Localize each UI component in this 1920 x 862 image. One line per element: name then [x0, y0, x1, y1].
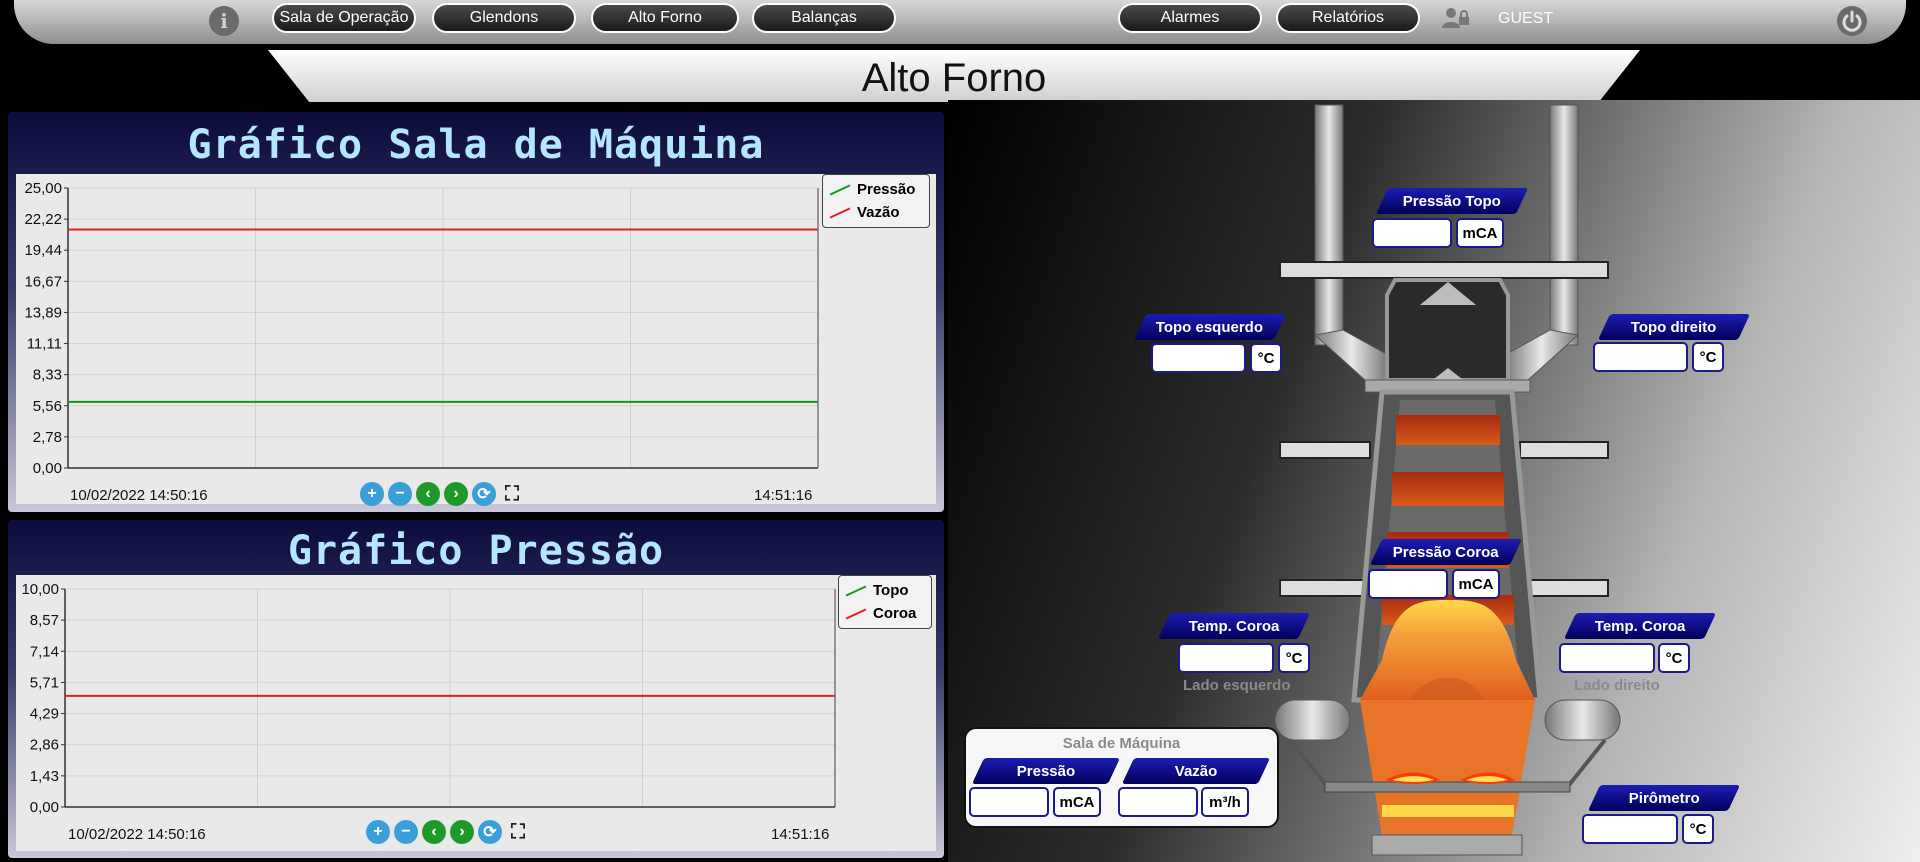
chart-panel-pressao: Gráfico Pressão 10,00 8,57 7,14 5,71 4,29 2,8… — [8, 520, 944, 858]
temp-coroa-esquerdo-label: Temp. Coroa — [1157, 613, 1311, 639]
y-tick-label: 25,00 — [24, 180, 62, 197]
chart-toolbar: + − ‹ › ⟳ ⛶ — [366, 820, 530, 844]
y-tick-label: 7,14 — [30, 643, 59, 660]
y-tick-label: 19,44 — [24, 242, 62, 259]
arrow-left-icon[interactable]: ‹ — [422, 820, 446, 844]
temp-coroa-direito-value-field[interactable] — [1559, 643, 1655, 673]
pressao-coroa-label: Pressão Coroa — [1369, 539, 1523, 565]
legend-item-vazao: Vazão — [829, 201, 923, 224]
blast-furnace-illustration — [1274, 104, 1621, 856]
arrow-right-icon[interactable]: › — [450, 820, 474, 844]
topo-esquerdo-value-field[interactable] — [1151, 343, 1246, 373]
pirometro-unit: °C — [1682, 814, 1714, 844]
pressao-topo-label: Pressão Topo — [1375, 188, 1529, 214]
legend-label: Topo — [873, 582, 909, 599]
arrow-left-icon[interactable]: ‹ — [416, 482, 440, 506]
chart-start-time: 10/02/2022 14:50:16 — [70, 487, 208, 504]
y-tick-label: 13,89 — [24, 304, 62, 321]
sala-vazao-unit: m³/h — [1201, 787, 1249, 817]
chart-panel-sala-maquina: Gráfico Sala de Máquina 25,00 22,22 19,44 1… — [8, 112, 944, 512]
sala-vazao-value-field[interactable] — [1118, 787, 1198, 817]
y-tick-label: 10,00 — [21, 581, 59, 598]
y-tick-label: 4,29 — [30, 706, 59, 723]
sala-pressao-label: Pressão — [971, 758, 1121, 784]
title-bar: Alto Forno — [268, 50, 1640, 102]
y-tick-label: 0,00 — [30, 799, 59, 816]
zoom-in-icon[interactable]: + — [360, 482, 384, 506]
y-tick-label: 5,56 — [33, 398, 62, 415]
sala-pressao-unit: mCA — [1053, 787, 1101, 817]
users-icon — [1442, 8, 1469, 28]
y-tick-label: 8,33 — [33, 367, 62, 384]
line-chart: 25,00 22,22 19,44 16,67 13,89 11,11 8,33 5,56 2,… — [24, 180, 819, 477]
topo-direito-label: Topo direito — [1597, 314, 1751, 340]
nav-alto-forno-button[interactable]: Alto Forno — [591, 3, 739, 33]
page-title: Alto Forno — [861, 56, 1047, 100]
topo-esquerdo-unit: °C — [1250, 343, 1282, 373]
y-tick-label: 11,11 — [27, 336, 62, 353]
chart-legend: Pressão Vazão — [822, 174, 930, 228]
lado-esquerdo-label: Lado esquerdo — [1183, 677, 1291, 694]
y-tick-label: 8,57 — [30, 612, 59, 629]
nav-sala-operacao-button[interactable]: Sala de Operação — [272, 3, 416, 33]
legend-label: Pressão — [857, 181, 916, 198]
fullscreen-icon[interactable]: ⛶ — [500, 482, 524, 506]
temp-coroa-esquerdo-value-field[interactable] — [1178, 643, 1274, 673]
topo-direito-unit: °C — [1692, 342, 1724, 372]
legend-item-pressao: Pressão — [829, 178, 923, 201]
chart-end-time: 14:51:16 — [771, 826, 830, 843]
y-tick-label: 22,22 — [24, 211, 62, 228]
lado-direito-label: Lado direito — [1574, 677, 1660, 694]
chart-end-time: 14:51:16 — [754, 487, 813, 504]
y-tick-label: 16,67 — [24, 273, 62, 290]
pressao-topo-unit: mCA — [1456, 218, 1504, 248]
top-nav-bar: i Sala de Operação Glendons Alto Forno B… — [14, 0, 1906, 44]
info-icon[interactable]: i — [209, 6, 239, 36]
topo-direito-value-field[interactable] — [1593, 342, 1688, 372]
y-tick-label: 2,86 — [30, 737, 59, 754]
nav-relatorios-button[interactable]: Relatórios — [1276, 3, 1420, 33]
legend-label: Vazão — [857, 204, 900, 221]
zoom-out-icon[interactable]: − — [388, 482, 412, 506]
chart-legend: Topo Coroa — [838, 575, 932, 629]
chart-toolbar: + − ‹ › ⟳ ⛶ — [360, 482, 524, 506]
chart-start-time: 10/02/2022 14:50:16 — [68, 826, 206, 843]
sala-vazao-label: Vazão — [1121, 758, 1271, 784]
temp-coroa-direito-unit: °C — [1658, 643, 1690, 673]
y-tick-label: 1,43 — [30, 768, 59, 785]
sala-pressao-value-field[interactable] — [969, 787, 1049, 817]
power-icon[interactable] — [1836, 5, 1868, 37]
refresh-icon[interactable]: ⟳ — [472, 482, 496, 506]
refresh-icon[interactable]: ⟳ — [478, 820, 502, 844]
y-tick-label: 2,78 — [33, 429, 62, 446]
sala-maquina-title: Sala de Máquina — [1062, 735, 1181, 752]
y-tick-label: 5,71 — [30, 674, 59, 691]
user-name: GUEST — [1498, 10, 1554, 27]
legend-item-coroa: Coroa — [845, 602, 925, 625]
zoom-in-icon[interactable]: + — [366, 820, 390, 844]
zoom-out-icon[interactable]: − — [394, 820, 418, 844]
line-chart: 10,00 8,57 7,14 5,71 4,29 2,86 1,43 0,00 — [21, 581, 836, 816]
legend-label: Coroa — [873, 605, 917, 622]
temp-coroa-esquerdo-unit: °C — [1278, 643, 1310, 673]
arrow-right-icon[interactable]: › — [444, 482, 468, 506]
legend-item-topo: Topo — [845, 579, 925, 602]
temp-coroa-direito-label: Temp. Coroa — [1563, 613, 1717, 639]
nav-balancas-button[interactable]: Balanças — [752, 3, 896, 33]
fullscreen-icon[interactable]: ⛶ — [506, 820, 530, 844]
pirometro-label: Pirômetro — [1587, 785, 1741, 811]
pressao-topo-value-field[interactable] — [1372, 218, 1452, 248]
y-tick-label: 0,00 — [33, 460, 62, 477]
pressao-coroa-value-field[interactable] — [1368, 569, 1448, 599]
nav-alarmes-button[interactable]: Alarmes — [1118, 3, 1262, 33]
nav-glendons-button[interactable]: Glendons — [432, 3, 576, 33]
pressao-coroa-unit: mCA — [1452, 569, 1500, 599]
topo-esquerdo-label: Topo esquerdo — [1133, 314, 1287, 340]
pirometro-value-field[interactable] — [1582, 814, 1678, 844]
